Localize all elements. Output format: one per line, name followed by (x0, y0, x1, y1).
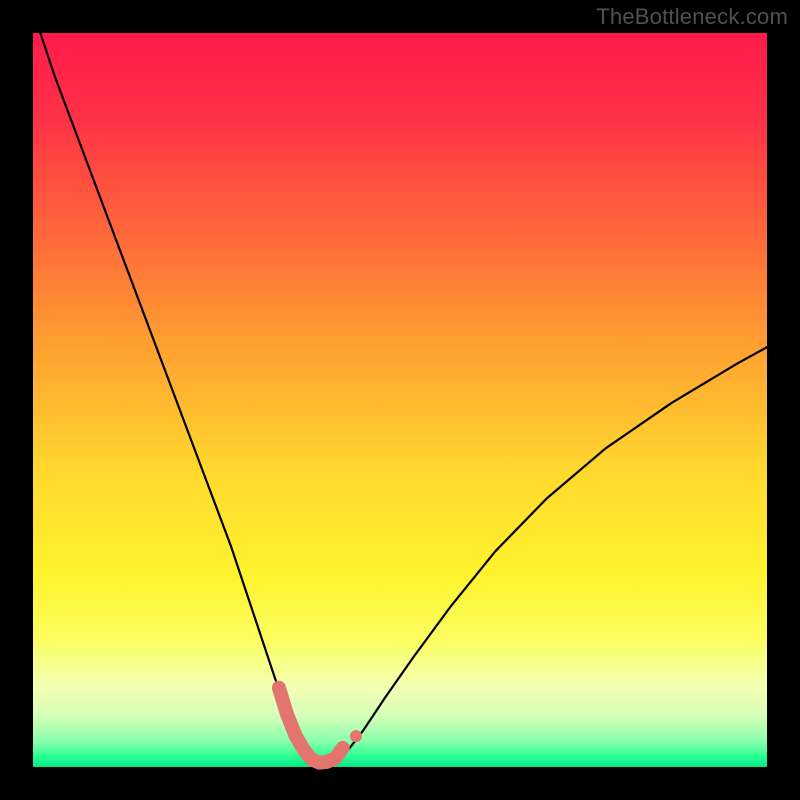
plot-background (33, 33, 767, 767)
highlight-end-dot (350, 730, 362, 742)
bottleneck-chart (0, 0, 800, 800)
watermark-text: TheBottleneck.com (596, 4, 788, 30)
chart-frame: TheBottleneck.com (0, 0, 800, 800)
